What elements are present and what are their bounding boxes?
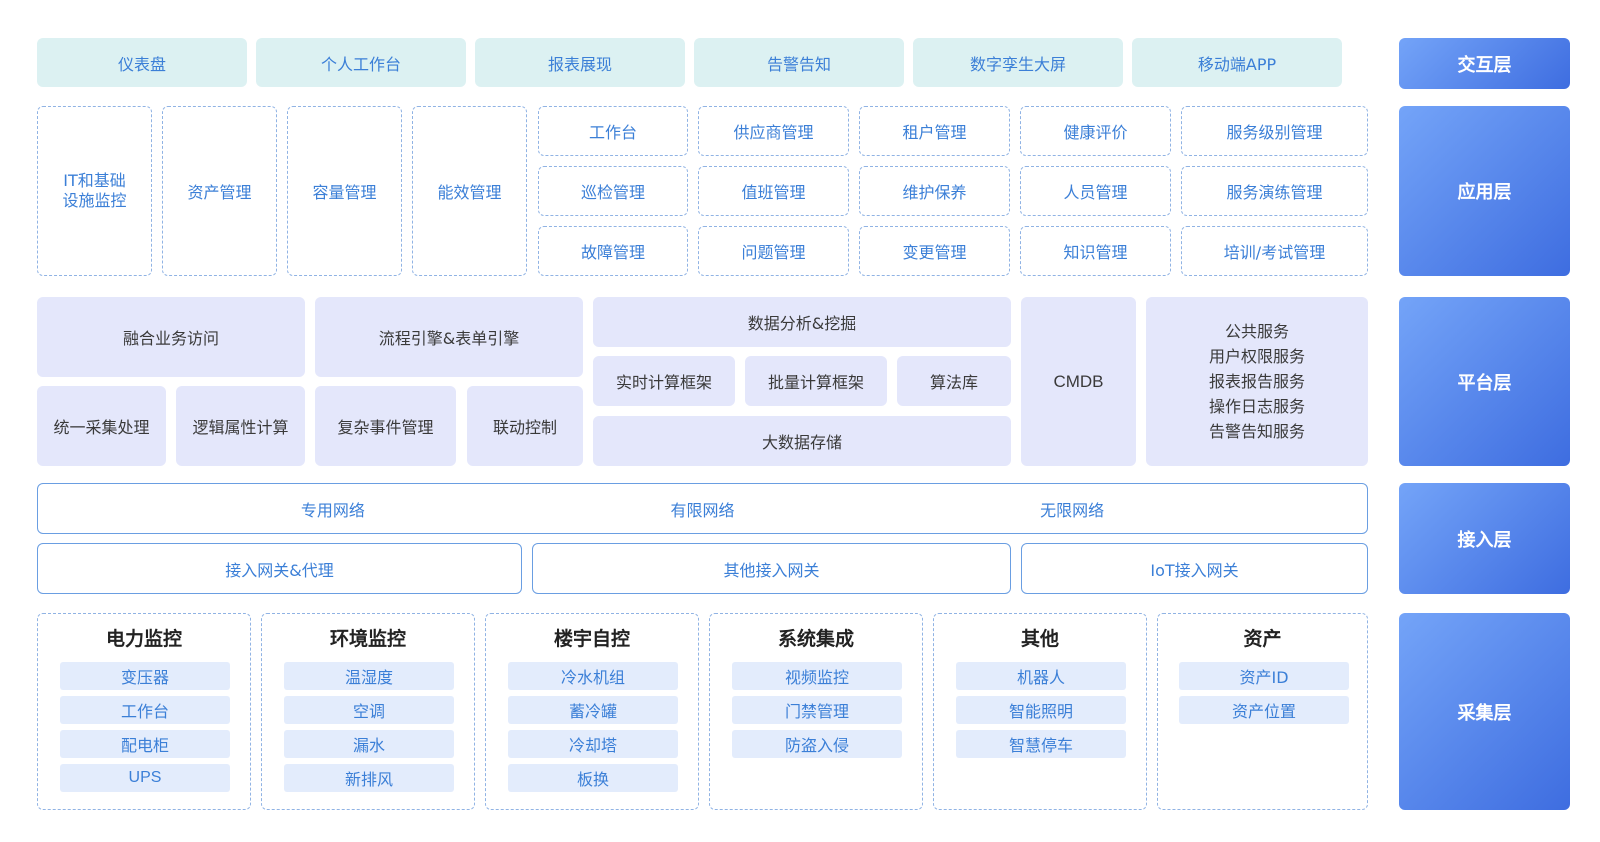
platform-unified-collection: 统一采集处理	[37, 386, 166, 466]
app-change-management: 变更管理	[859, 226, 1010, 276]
collection-item-water-leak: 漏水	[284, 730, 454, 758]
collection-title-integration: 系统集成	[777, 628, 854, 650]
platform-batch-compute: 批量计算框架	[745, 356, 887, 406]
collection-item-air-conditioner: 空调	[284, 696, 454, 724]
platform-fusion-business-access: 融合业务访问	[37, 297, 305, 377]
layer-label-collection: 采集层	[1399, 613, 1570, 810]
platform-flow-form-engine: 流程引擎&表单引擎	[315, 297, 583, 377]
app-personnel-management: 人员管理	[1020, 166, 1171, 216]
app-service-level-management: 服务级别管理	[1181, 106, 1368, 156]
collection-column-asset: 资产 资产ID 资产位置	[1157, 613, 1368, 810]
access-network-bar: 专用网络 有限网络 无限网络	[37, 483, 1368, 534]
interaction-item-dashboard: 仪表盘	[37, 38, 247, 87]
access-other-gateway: 其他接入网关	[532, 543, 1011, 594]
app-problem-management: 问题管理	[698, 226, 849, 276]
collection-item-fresh-air: 新排风	[284, 764, 454, 792]
interaction-item-personal-workbench: 个人工作台	[256, 38, 466, 87]
app-energy-management: 能效管理	[412, 106, 527, 276]
app-inspection-management: 巡检管理	[538, 166, 688, 216]
collection-item-asset-location: 资产位置	[1179, 696, 1349, 724]
app-maintenance: 维护保养	[859, 166, 1010, 216]
collection-item-asset-id: 资产ID	[1179, 662, 1349, 690]
collection-item-workbench: 工作台	[60, 696, 230, 724]
app-workbench: 工作台	[538, 106, 688, 156]
collection-column-integration: 系统集成 视频监控 门禁管理 防盗入侵	[709, 613, 923, 810]
app-service-drill-management: 服务演练管理	[1181, 166, 1368, 216]
collection-column-building: 楼宇自控 冷水机组 蓄冷罐 冷却塔 板换	[485, 613, 699, 810]
public-service-user-permission: 用户权限服务	[1208, 347, 1305, 366]
platform-logic-attribute-calc: 逻辑属性计算	[176, 386, 305, 466]
app-tenant-management: 租户管理	[859, 106, 1010, 156]
platform-complex-event-management: 复杂事件管理	[315, 386, 456, 466]
collection-item-plate-exchanger: 板换	[508, 764, 678, 792]
layer-label-platform: 平台层	[1399, 297, 1570, 466]
collection-title-environment: 环境监控	[329, 628, 406, 650]
collection-item-cold-storage-tank: 蓄冷罐	[508, 696, 678, 724]
collection-title-power: 电力监控	[105, 628, 182, 650]
platform-realtime-compute: 实时计算框架	[593, 356, 735, 406]
interaction-item-alarm-notify: 告警告知	[694, 38, 904, 87]
layer-label-interaction: 交互层	[1399, 38, 1570, 89]
layer-label-application: 应用层	[1399, 106, 1570, 276]
collection-item-video-surveillance: 视频监控	[732, 662, 902, 690]
collection-item-ups: UPS	[60, 764, 230, 792]
collection-item-robot: 机器人	[956, 662, 1126, 690]
collection-item-temp-humidity: 温湿度	[284, 662, 454, 690]
collection-title-building: 楼宇自控	[553, 628, 630, 650]
collection-item-access-control: 门禁管理	[732, 696, 902, 724]
app-knowledge-management: 知识管理	[1020, 226, 1171, 276]
app-duty-management: 值班管理	[698, 166, 849, 216]
collection-item-smart-parking: 智慧停车	[956, 730, 1126, 758]
network-wireless: 无限网络	[1040, 500, 1105, 520]
collection-item-distribution-cabinet: 配电柜	[60, 730, 230, 758]
collection-title-asset: 资产	[1243, 628, 1282, 650]
collection-item-transformer: 变压器	[60, 662, 230, 690]
collection-item-smart-lighting: 智能照明	[956, 696, 1126, 724]
platform-algorithm-library: 算法库	[897, 356, 1011, 406]
network-limited: 有限网络	[670, 500, 735, 520]
public-service-title: 公共服务	[1224, 322, 1289, 341]
platform-data-analysis-mining: 数据分析&挖掘	[593, 297, 1011, 347]
collection-column-environment: 环境监控 温湿度 空调 漏水 新排风	[261, 613, 475, 810]
platform-linkage-control: 联动控制	[467, 386, 583, 466]
interaction-item-digital-twin-screen: 数字孪生大屏	[913, 38, 1123, 87]
app-asset-management: 资产管理	[162, 106, 277, 276]
platform-cmdb: CMDB	[1021, 297, 1136, 466]
access-iot-gateway: IoT接入网关	[1021, 543, 1368, 594]
app-health-evaluation: 健康评价	[1020, 106, 1171, 156]
platform-public-services: 公共服务 用户权限服务 报表报告服务 操作日志服务 告警告知服务	[1146, 297, 1368, 466]
collection-column-other: 其他 机器人 智能照明 智慧停车	[933, 613, 1147, 810]
public-service-operation-log: 操作日志服务	[1208, 397, 1305, 416]
access-gateway-proxy: 接入网关&代理	[37, 543, 522, 594]
app-it-infrastructure-monitoring: IT和基础 设施监控	[37, 106, 152, 276]
app-capacity-management: 容量管理	[287, 106, 402, 276]
collection-column-power: 电力监控 变压器 工作台 配电柜 UPS	[37, 613, 251, 810]
network-dedicated: 专用网络	[300, 500, 365, 520]
collection-item-cooling-tower: 冷却塔	[508, 730, 678, 758]
interaction-item-report-display: 报表展现	[475, 38, 685, 87]
layer-label-access: 接入层	[1399, 483, 1570, 594]
app-fault-management: 故障管理	[538, 226, 688, 276]
collection-item-chiller: 冷水机组	[508, 662, 678, 690]
public-service-report: 报表报告服务	[1208, 372, 1305, 391]
app-supplier-management: 供应商管理	[698, 106, 849, 156]
app-training-exam-management: 培训/考试管理	[1181, 226, 1368, 276]
platform-big-data-storage: 大数据存储	[593, 416, 1011, 466]
public-service-alarm-notify: 告警告知服务	[1208, 422, 1305, 441]
interaction-item-mobile-app: 移动端APP	[1132, 38, 1342, 87]
collection-item-intrusion-alarm: 防盗入侵	[732, 730, 902, 758]
collection-title-other: 其他	[1020, 628, 1059, 650]
